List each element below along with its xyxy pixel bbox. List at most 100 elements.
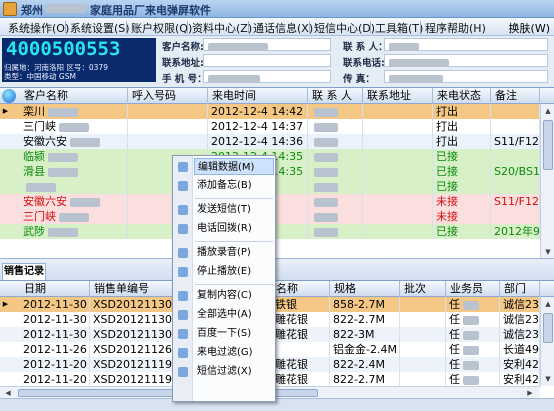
table-cell xyxy=(20,179,128,194)
table-cell xyxy=(128,134,208,149)
redacted-value xyxy=(463,300,479,310)
sales-grid[interactable]: 日期 销售单编号 商品名称 规格 批次 业务员 部门 ▶ 2012-11-30 XS… xyxy=(0,280,554,398)
col-salesperson[interactable]: 业务员 xyxy=(446,281,500,297)
menu-help[interactable]: 程序帮助(H) xyxy=(425,20,486,36)
col-call-status[interactable]: 来电状态 xyxy=(433,88,491,104)
scroll-up-icon[interactable]: ▲ xyxy=(542,105,554,117)
table-cell xyxy=(400,297,446,312)
menu-data-center[interactable]: 资料中心(Z) xyxy=(192,20,252,36)
caller-info-panel: 4000500553 归属地：河南洛阳 区号：0379 类型：中国移动 GSM … xyxy=(0,36,554,87)
tab-sales-records[interactable]: 销售记录 xyxy=(2,263,46,280)
context-menu-item[interactable]: 短信过滤(X) xyxy=(194,363,274,380)
redacted-value xyxy=(314,182,338,192)
menu-toolbox[interactable]: 工具箱(T) xyxy=(375,20,423,36)
window-title: 家庭用品厂来电弹屏软件 xyxy=(90,4,211,17)
menu-skin[interactable]: 换肤(W) xyxy=(509,20,550,36)
table-row[interactable]: 安徽六安 2012-12-4 14:36 打出S11/F120 xyxy=(0,134,540,149)
table-cell xyxy=(363,134,433,149)
table-cell: 822-2.7M xyxy=(330,372,400,387)
table-cell: 任 xyxy=(446,297,500,312)
menu-system-settings[interactable]: 系统设置(S) xyxy=(70,20,130,36)
redacted-value xyxy=(48,227,78,237)
table-cell xyxy=(491,104,540,119)
row-selector xyxy=(0,327,11,342)
row-pointer-icon: ▶ xyxy=(2,300,9,308)
redacted-value xyxy=(314,227,338,237)
context-menu-item-icon xyxy=(178,291,188,301)
table-cell: 2012-11-30 xyxy=(20,327,90,342)
table-cell: 2012-11-20 xyxy=(20,372,90,387)
col-call-time[interactable]: 来电时间 xyxy=(208,88,308,104)
col-department[interactable]: 部门 xyxy=(500,281,540,297)
table-cell xyxy=(308,179,363,194)
menu-call-info[interactable]: 通话信息(X) xyxy=(253,20,313,36)
scroll-left-icon[interactable]: ◀ xyxy=(2,387,14,398)
context-menu-item[interactable]: 电话回拨(R) xyxy=(194,220,274,237)
table-cell xyxy=(363,209,433,224)
redacted-value xyxy=(70,137,100,147)
mobile-field[interactable] xyxy=(203,70,331,83)
row-selector xyxy=(0,149,11,164)
mobile-label: 手 机 号： xyxy=(162,74,207,85)
table-cell: 2012-11-20 xyxy=(20,357,90,372)
redacted-value xyxy=(463,330,479,340)
col-date[interactable]: 日期 xyxy=(20,281,90,297)
menu-sms-center[interactable]: 短信中心(D) xyxy=(314,20,375,36)
scroll-thumb[interactable] xyxy=(543,313,553,343)
context-menu-item-icon xyxy=(178,348,188,358)
row-selector xyxy=(0,342,11,357)
context-menu-item[interactable]: 来电过滤(G) xyxy=(194,344,274,361)
table-cell: 栾川 xyxy=(20,104,128,119)
context-menu-separator xyxy=(195,284,273,285)
calls-vertical-scrollbar[interactable]: ▲ ▼ xyxy=(540,104,554,258)
context-menu-item[interactable]: 全部选中(A) xyxy=(194,306,274,323)
table-cell xyxy=(363,104,433,119)
table-cell: 822-2.4M xyxy=(330,357,400,372)
redacted-value xyxy=(463,315,479,325)
context-menu-item[interactable]: 复制内容(C) xyxy=(194,287,274,304)
scroll-down-icon[interactable]: ▼ xyxy=(542,246,554,258)
scroll-up-icon[interactable]: ▲ xyxy=(542,298,554,310)
menu-account-permissions[interactable]: 账户权限(Q) xyxy=(131,20,192,36)
table-row[interactable]: 三门峡 2012-12-4 14:37 打出 xyxy=(0,119,540,134)
phone-field[interactable] xyxy=(384,54,548,67)
table-cell: 诚信23 xyxy=(500,297,540,312)
col-batch[interactable]: 批次 xyxy=(400,281,446,297)
context-menu-item[interactable]: 编辑数据(M) xyxy=(194,158,274,175)
col-contact[interactable]: 联 系 人 xyxy=(308,88,363,104)
col-spec[interactable]: 规格 xyxy=(330,281,400,297)
table-cell: 安徽六安 xyxy=(20,134,128,149)
context-menu-item[interactable]: 停止播放(E) xyxy=(194,263,274,280)
scroll-thumb[interactable] xyxy=(543,120,553,170)
customer-name-field[interactable] xyxy=(203,38,331,51)
redacted-value xyxy=(314,152,338,162)
sales-vertical-scrollbar[interactable]: ▲ ▼ xyxy=(540,297,554,386)
context-menu-item[interactable]: 添加备忘(B) xyxy=(194,177,274,194)
sales-grid-header: 日期 销售单编号 商品名称 规格 批次 业务员 部门 xyxy=(0,281,554,297)
table-cell: 任 xyxy=(446,357,500,372)
table-cell xyxy=(400,312,446,327)
table-row[interactable]: ▶ 栾川 2012-12-4 14:42 打出 xyxy=(0,104,540,119)
col-customer-name[interactable]: 客户名称 xyxy=(20,88,128,104)
context-menu-item[interactable]: 百度一下(S) xyxy=(194,325,274,342)
col-remark[interactable]: 备注 xyxy=(491,88,540,104)
table-cell: 任 xyxy=(446,342,500,357)
address-field[interactable] xyxy=(203,54,331,67)
context-menu-item-icon xyxy=(178,329,188,339)
context-menu-item[interactable]: 播放录音(P) xyxy=(194,244,274,261)
calls-grid[interactable]: 客户名称 呼入号码 来电时间 联 系 人 联系地址 来电状态 备注 ▶ 栾川 201… xyxy=(0,87,554,258)
table-cell: 滑县 xyxy=(20,164,128,179)
scroll-right-icon[interactable]: ▶ xyxy=(524,387,536,398)
col-incoming-number[interactable]: 呼入号码 xyxy=(128,88,208,104)
redacted-value xyxy=(314,197,338,207)
redacted-value xyxy=(48,152,78,162)
scroll-down-icon[interactable]: ▼ xyxy=(542,373,554,385)
redacted-value xyxy=(463,375,479,385)
menu-system-ops[interactable]: 系统操作(O) xyxy=(8,20,69,36)
row-selector xyxy=(0,134,11,149)
fax-field[interactable] xyxy=(384,70,548,83)
contact-field[interactable] xyxy=(384,38,548,51)
table-cell: 打出 xyxy=(433,119,491,134)
context-menu-item[interactable]: 发送短信(T) xyxy=(194,201,274,218)
col-address[interactable]: 联系地址 xyxy=(363,88,433,104)
